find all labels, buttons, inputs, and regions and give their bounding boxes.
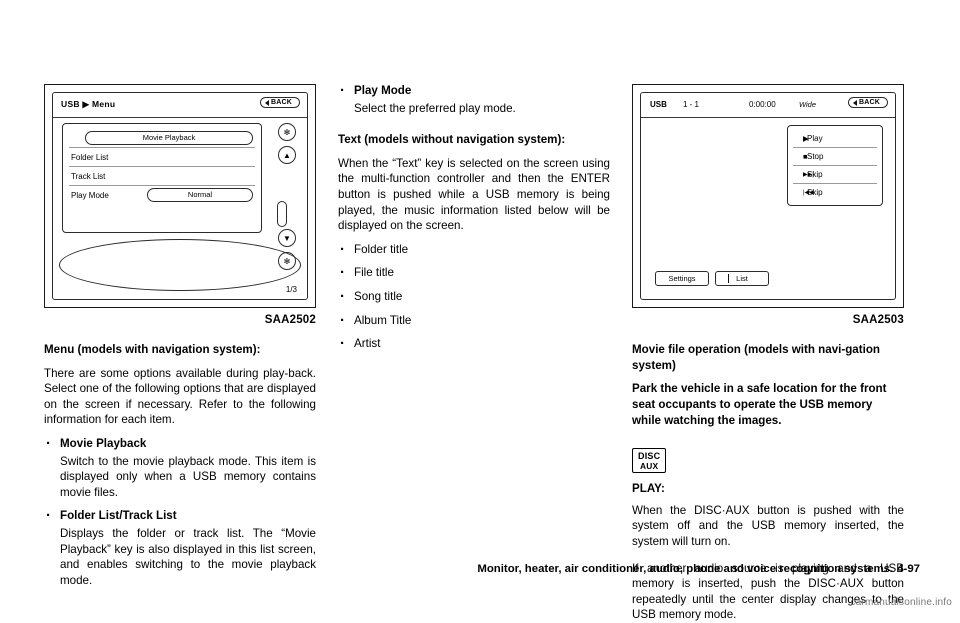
play-mode-value[interactable]: Normal — [147, 188, 253, 202]
side-button-group: ✻ ▲ — [275, 123, 299, 227]
list-item: Album Title — [338, 309, 610, 329]
disc-aux-line1: DISC — [638, 451, 661, 462]
figure-usb-menu: USB ▶ Menu BACK Movie Playback Folder Li… — [44, 84, 316, 308]
menu-row-label: Play Mode — [71, 190, 109, 200]
track-number: 1 - 1 — [683, 100, 700, 109]
paragraph-menu-intro: There are some options available during … — [44, 366, 316, 427]
menu-panel: Movie Playback Folder List Track List Pl… — [62, 123, 262, 233]
list-item: Movie Playback Switch to the movie playb… — [44, 432, 316, 500]
back-button-label: BACK — [858, 99, 880, 106]
skip-forward-icon: ▶▶| — [803, 172, 814, 178]
screen-title: USB ▶ Menu — [61, 99, 116, 109]
movie-playback-key[interactable]: Movie Playback — [85, 131, 253, 145]
disc-aux-line2: AUX — [640, 461, 659, 472]
warning-subheading: Park the vehicle in a safe location for … — [632, 382, 887, 427]
play-label: PLAY: — [632, 482, 665, 496]
list-button[interactable]: List — [715, 271, 769, 286]
manual-page: USB ▶ Menu BACK Movie Playback Folder Li… — [0, 0, 960, 621]
column-left: USB ▶ Menu BACK Movie Playback Folder Li… — [44, 84, 316, 588]
elapsed-time: 0:00:00 — [749, 100, 776, 109]
footer-separator: . — [890, 563, 894, 575]
list-item: Play Mode Select the preferred play mode… — [338, 79, 610, 116]
section-heading-menu: Menu (models with navigation system): — [44, 343, 261, 356]
section-heading-movie: Movie file operation (models with navi-g… — [632, 343, 880, 372]
menu-row[interactable]: Track List — [69, 167, 255, 186]
list-item: Folder title — [338, 238, 610, 258]
option-title: Play Mode — [354, 84, 412, 97]
settings-button[interactable]: Settings — [655, 271, 709, 286]
screen-usb-menu: USB ▶ Menu BACK Movie Playback Folder Li… — [52, 92, 308, 300]
aspect-mode-label: Wide — [799, 100, 817, 109]
scrollbar[interactable] — [277, 201, 287, 227]
highlight-ellipse — [59, 239, 301, 291]
list-icon — [728, 274, 729, 283]
play-icon: ▶ — [803, 134, 809, 143]
skip-back-icon: |◀◀ — [803, 190, 814, 196]
section-heading-text: Text (models without navigation system): — [338, 133, 566, 147]
control-label: Stop — [807, 152, 824, 161]
scroll-up-icon[interactable]: ▲ — [278, 146, 296, 164]
figure-caption: SAA2502 — [264, 314, 316, 326]
stop-icon: ■ — [803, 152, 808, 161]
list-item: File title — [338, 261, 610, 281]
control-row-stop[interactable]: ■ Stop — [793, 148, 877, 166]
list-item: Artist — [338, 332, 610, 352]
figure-caption: SAA2503 — [852, 314, 904, 326]
control-label: Play — [807, 134, 823, 143]
control-row-play[interactable]: ▶ Play — [793, 130, 877, 148]
source-label: USB — [650, 100, 667, 109]
disc-aux-key-icon: DISC AUX — [632, 448, 667, 474]
option-title: Folder List/Track List — [60, 509, 177, 523]
menu-row[interactable]: Folder List — [69, 148, 255, 167]
back-button[interactable]: BACK — [259, 97, 300, 108]
playback-control-panel: ▶ Play ■ Stop ▶▶| Skip |◀◀ Skip — [787, 125, 883, 206]
option-title: Movie Playback — [60, 437, 147, 451]
option-description: Switch to the movie playback mode. This … — [60, 454, 316, 499]
list-item: Song title — [338, 285, 610, 305]
footer-section-title: Monitor, heater, air conditioner, audio,… — [477, 563, 891, 575]
back-button[interactable]: BACK — [847, 97, 888, 108]
menu-row[interactable]: Movie Playback — [69, 129, 255, 148]
list-item: Folder List/Track List Displays the fold… — [44, 504, 316, 588]
screen-movie-play: USB 1 - 1 0:00:00 Wide BACK ▶ Play ■ Sto… — [640, 92, 896, 300]
menu-row-label: Folder List — [71, 152, 109, 162]
back-arrow-icon — [852, 99, 857, 106]
control-row-skip-back[interactable]: |◀◀ Skip — [793, 184, 877, 201]
option-description: Select the preferred play mode. — [354, 101, 516, 115]
back-button-label: BACK — [270, 99, 292, 106]
watermark: carmanualsonline.info — [850, 597, 952, 608]
column-middle: Play Mode Select the preferred play mode… — [338, 79, 610, 352]
page-footer: Monitor, heater, air conditioner, audio,… — [44, 563, 920, 575]
back-arrow-icon — [264, 99, 269, 106]
menu-row-label: Track List — [71, 171, 106, 181]
paragraph-play-1: When the DISC·AUX button is pushed with … — [632, 503, 904, 549]
column-right: USB 1 - 1 0:00:00 Wide BACK ▶ Play ■ Sto… — [632, 84, 904, 623]
control-row-skip-forward[interactable]: ▶▶| Skip — [793, 166, 877, 184]
list-button-label: List — [736, 274, 748, 283]
page-indicator: 1/3 — [285, 285, 297, 294]
menu-row[interactable]: Play Mode Normal — [69, 186, 255, 204]
figure-movie-play: USB 1 - 1 0:00:00 Wide BACK ▶ Play ■ Sto… — [632, 84, 904, 308]
paragraph-text-info: When the “Text” key is selected on the s… — [338, 156, 610, 233]
settings-round-icon[interactable]: ✻ — [278, 123, 296, 141]
play-mode-list: Play Mode Select the preferred play mode… — [338, 79, 610, 116]
option-description: Displays the folder or track list. The “… — [60, 526, 316, 587]
music-info-list: Folder title File title Song title Album… — [338, 238, 610, 352]
scroll-down-icon[interactable]: ▼ — [278, 229, 296, 247]
page-number: 4-97 — [897, 563, 920, 575]
